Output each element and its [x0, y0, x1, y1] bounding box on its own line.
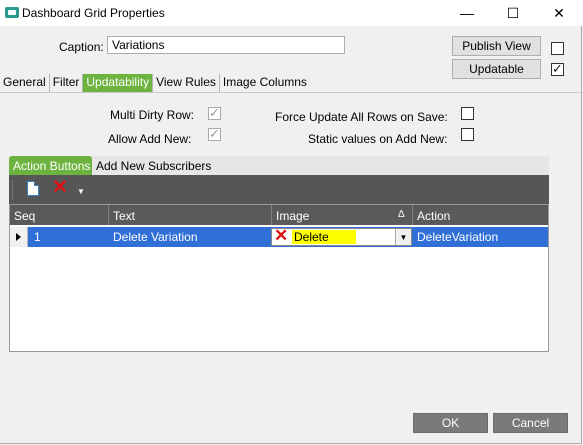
column-header-seq[interactable]: Seq [10, 205, 109, 225]
table-row[interactable]: 1 Delete Variation ✕ Delete ▼ DeleteVari… [10, 226, 548, 247]
panel-tabstrip: Action Buttons Add New Subscribers [9, 156, 549, 175]
tab-general[interactable]: General [0, 74, 50, 92]
tab-filter[interactable]: Filter [50, 74, 84, 92]
dropdown-caret-icon[interactable]: ▼ [77, 187, 85, 196]
grid-toolbar: ✕ ▼ [9, 175, 549, 204]
tab-updatability[interactable]: Updatability [83, 74, 154, 92]
caption-label: Caption: [59, 40, 104, 54]
force-update-checkbox[interactable] [461, 107, 474, 120]
caption-input[interactable] [107, 36, 345, 54]
grid-header: Seq Text Image Δ Action [10, 205, 548, 225]
close-button[interactable]: ✕ [536, 0, 582, 26]
updatable-button[interactable]: Updatable [452, 59, 541, 79]
delete-icon[interactable]: ✕ [52, 178, 68, 198]
force-update-label: Force Update All Rows on Save: [275, 110, 448, 124]
column-header-image-label: Image [276, 209, 310, 223]
updatable-checkbox[interactable] [551, 61, 564, 77]
maximize-button[interactable]: ☐ [490, 0, 536, 26]
tab-add-new-subscribers[interactable]: Add New Subscribers [92, 156, 215, 175]
toolbar-grip[interactable] [12, 180, 15, 199]
static-values-label: Static values on Add New: [308, 132, 448, 146]
cancel-button[interactable]: Cancel [493, 413, 568, 433]
cell-seq[interactable]: 1 [30, 227, 41, 247]
delete-image-icon: ✕ [274, 226, 289, 245]
row-selector-arrow-icon[interactable] [10, 227, 28, 247]
allow-add-new-checkbox[interactable] [208, 126, 221, 142]
publish-view-button[interactable]: Publish View [452, 36, 541, 56]
app-icon [5, 7, 19, 18]
column-header-image[interactable]: Image Δ [272, 205, 413, 225]
cell-action[interactable]: DeleteVariation [413, 227, 498, 247]
cell-image-value: Delete [292, 230, 356, 244]
tab-view-rules[interactable]: View Rules [153, 74, 220, 92]
allow-add-new-label: Allow Add New: [108, 132, 192, 146]
tab-image-columns[interactable]: Image Columns [220, 74, 310, 92]
static-values-checkbox[interactable] [461, 128, 474, 141]
multi-dirty-row-checkbox[interactable] [208, 105, 221, 121]
window-title: Dashboard Grid Properties [22, 6, 165, 20]
chevron-down-icon[interactable]: ▼ [395, 229, 411, 245]
action-buttons-grid: Seq Text Image Δ Action 1 Delete Variati… [9, 204, 549, 352]
ok-button[interactable]: OK [413, 413, 488, 433]
column-header-action[interactable]: Action [413, 205, 548, 225]
new-document-icon[interactable] [27, 181, 39, 196]
sort-ascending-icon: Δ [398, 209, 405, 220]
multi-dirty-row-label: Multi Dirty Row: [110, 108, 195, 122]
properties-tabstrip: General Filter Updatability View Rules I… [0, 74, 310, 92]
column-header-text[interactable]: Text [109, 205, 272, 225]
tab-action-buttons[interactable]: Action Buttons [9, 156, 92, 175]
cell-text[interactable]: Delete Variation [109, 227, 198, 247]
cell-image-combobox[interactable]: ✕ Delete ▼ [271, 226, 412, 246]
minimize-button[interactable]: — [444, 0, 490, 26]
tabstrip-divider [0, 92, 583, 93]
publish-view-checkbox[interactable] [551, 42, 564, 55]
